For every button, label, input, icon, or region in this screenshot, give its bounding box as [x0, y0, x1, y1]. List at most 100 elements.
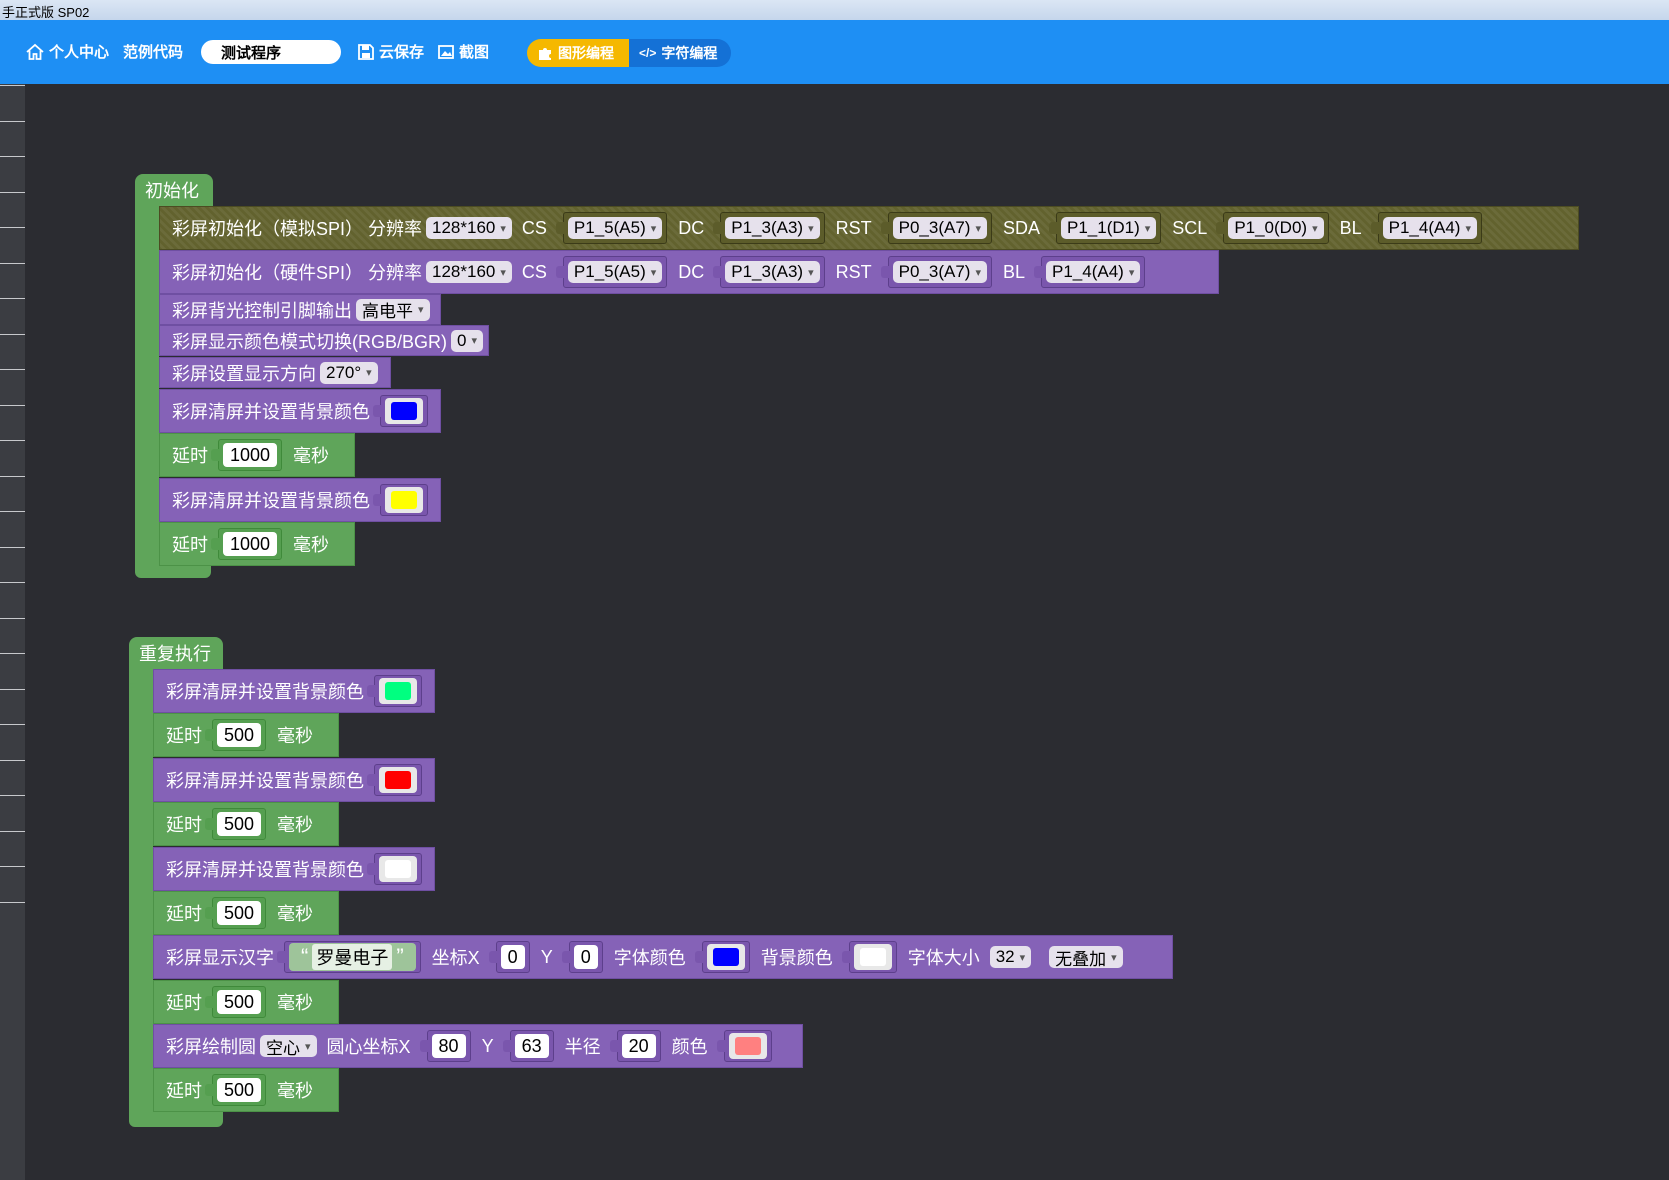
unit-label: 毫秒 [277, 726, 314, 746]
draw-circle-block[interactable]: 彩屏绘制圆 空心 圆心坐标X 80 Y 63 半径 20 颜色 [153, 1024, 803, 1068]
scl-pin-dropdown[interactable]: P1_0(D0) [1228, 217, 1324, 239]
unit-label: 毫秒 [277, 1081, 314, 1101]
unit-label: 毫秒 [277, 815, 314, 835]
font-color-socket [694, 941, 750, 973]
clear-screen-block[interactable]: 彩屏清屏并设置背景颜色 [159, 478, 441, 522]
number-socket: 500 [204, 808, 267, 840]
examples-button[interactable]: 范例代码 [123, 41, 183, 62]
center-x-label: 圆心坐标X [326, 1037, 411, 1057]
unit-label: 毫秒 [293, 446, 330, 466]
delay-input[interactable]: 500 [217, 901, 262, 925]
radius-socket: 20 [609, 1030, 661, 1062]
number-socket: 1000 [210, 528, 283, 560]
color-picker[interactable] [379, 678, 417, 704]
x-socket: 0 [488, 941, 530, 973]
close-quote-icon: ” [396, 944, 404, 969]
clear-screen-block[interactable]: 彩屏清屏并设置背景颜色 [153, 669, 435, 713]
init-spine [135, 205, 159, 570]
init-hat-block[interactable]: 初始化 [135, 174, 213, 206]
overlay-dropdown[interactable]: 无叠加 [1049, 946, 1123, 969]
bg-color-picker[interactable] [853, 944, 892, 970]
tft-init-soft-spi-block[interactable]: 彩屏初始化（模拟SPI） 分辨率 128*160 CS P1_5(A5) DC … [159, 206, 1579, 250]
block-label: 彩屏清屏并设置背景颜色 [166, 682, 364, 702]
bl-label: BL [1002, 261, 1026, 282]
clear-screen-block[interactable]: 彩屏清屏并设置背景颜色 [153, 758, 435, 802]
clear-screen-block[interactable]: 彩屏清屏并设置背景颜色 [153, 847, 435, 891]
delay-block[interactable]: 延时 1000 毫秒 [159, 522, 355, 566]
color-picker[interactable] [728, 1033, 767, 1059]
center-x-input[interactable]: 80 [431, 1034, 466, 1058]
mode-toggle: 图形编程 </> 字符编程 [527, 39, 731, 67]
block-label: 彩屏设置显示方向 [172, 363, 316, 384]
color-socket [367, 853, 422, 885]
loop-hat-block[interactable]: 重复执行 [129, 637, 223, 669]
y-input[interactable]: 0 [573, 945, 598, 969]
bl-pin-dropdown[interactable]: P1_4(A4) [1046, 261, 1141, 283]
backlight-level-dropdown[interactable]: 高电平 [356, 298, 430, 321]
color-socket [367, 675, 422, 707]
screenshot-button[interactable]: 截图 [437, 41, 489, 62]
text-mode-button[interactable]: </> 字符编程 [629, 39, 731, 67]
delay-input[interactable]: 500 [217, 1078, 262, 1102]
unit-label: 毫秒 [293, 535, 330, 555]
dc-pin-dropdown[interactable]: P1_3(A3) [725, 217, 820, 239]
block-label: 彩屏初始化（硬件SPI） 分辨率 [172, 263, 423, 283]
color-picker[interactable] [379, 856, 417, 882]
fill-mode-dropdown[interactable]: 空心 [260, 1035, 317, 1058]
delay-input[interactable]: 500 [217, 812, 262, 836]
delay-input[interactable]: 1000 [223, 532, 278, 556]
sda-pin-dropdown[interactable]: P1_1(D1) [1061, 217, 1157, 239]
delay-block[interactable]: 延时 500 毫秒 [153, 1068, 339, 1112]
graphic-mode-button[interactable]: 图形编程 [527, 39, 629, 67]
delay-block[interactable]: 延时 500 毫秒 [153, 891, 339, 935]
radius-input[interactable]: 20 [621, 1034, 656, 1058]
string-literal[interactable]: “罗曼电子” [289, 943, 416, 971]
window-titlebar: 手正式版 SP02 [0, 0, 1669, 20]
delay-block[interactable]: 延时 500 毫秒 [153, 802, 339, 846]
y-socket: 0 [561, 941, 603, 973]
color-mode-switch-block[interactable]: 彩屏显示颜色模式切换(RGB/BGR) 0 [159, 325, 489, 356]
show-chinese-text-block[interactable]: 彩屏显示汉字 “罗曼电子” 坐标X 0 Y 0 字体颜色 背景颜色 字体大小 3… [153, 935, 1173, 979]
delay-input[interactable]: 1000 [223, 443, 278, 467]
delay-block[interactable]: 延时 500 毫秒 [153, 980, 339, 1024]
x-input[interactable]: 0 [500, 945, 525, 969]
backlight-output-block[interactable]: 彩屏背光控制引脚输出 高电平 [159, 294, 441, 325]
dc-pin-dropdown[interactable]: P1_3(A3) [725, 261, 820, 283]
center-y-input[interactable]: 63 [514, 1034, 549, 1058]
home-icon [26, 43, 44, 60]
cs-pin-dropdown[interactable]: P1_5(A5) [567, 261, 663, 283]
bl-pin-dropdown[interactable]: P1_4(A4) [1382, 217, 1477, 239]
font-size-dropdown[interactable]: 32 [989, 946, 1032, 968]
rst-pin-dropdown[interactable]: P0_3(A7) [892, 217, 987, 239]
color-mode-dropdown[interactable]: 0 [451, 329, 483, 352]
rst-pin-dropdown[interactable]: P0_3(A7) [892, 261, 987, 283]
cs-pin-dropdown[interactable]: P1_5(A5) [567, 217, 663, 239]
clear-screen-block[interactable]: 彩屏清屏并设置背景颜色 [159, 389, 441, 433]
block-label: 延时 [172, 446, 208, 466]
program-name-input[interactable] [201, 40, 341, 64]
number-socket: 500 [204, 719, 267, 751]
number-socket: 500 [204, 1074, 267, 1106]
color-picker[interactable] [385, 398, 423, 424]
delay-input[interactable]: 500 [217, 723, 262, 747]
block-label: 彩屏显示颜色模式切换(RGB/BGR) [172, 331, 447, 352]
tft-init-hard-spi-block[interactable]: 彩屏初始化（硬件SPI） 分辨率 128*160 CS P1_5(A5) DC … [159, 250, 1219, 294]
home-button[interactable]: 个人中心 [25, 41, 109, 62]
cloud-save-button[interactable]: 云保存 [357, 41, 424, 62]
delay-block[interactable]: 延时 500 毫秒 [153, 713, 339, 757]
rotation-dropdown[interactable]: 270° [320, 361, 378, 384]
resolution-dropdown[interactable]: 128*160 [426, 217, 512, 239]
resolution-dropdown[interactable]: 128*160 [426, 261, 512, 283]
color-swatch [385, 682, 411, 700]
display-rotation-block[interactable]: 彩屏设置显示方向 270° [159, 357, 391, 388]
category-sidebar[interactable] [0, 84, 25, 1180]
cs-label: CS [521, 261, 547, 282]
delay-block[interactable]: 延时 1000 毫秒 [159, 433, 355, 477]
font-color-picker[interactable] [706, 944, 745, 970]
rst-socket: P0_3(A7) [880, 212, 992, 244]
delay-input[interactable]: 500 [217, 990, 262, 1014]
sda-socket: P1_1(D1) [1048, 212, 1162, 244]
color-picker[interactable] [385, 487, 423, 513]
color-picker[interactable] [379, 767, 417, 793]
string-input[interactable]: 罗曼电子 [312, 944, 393, 970]
